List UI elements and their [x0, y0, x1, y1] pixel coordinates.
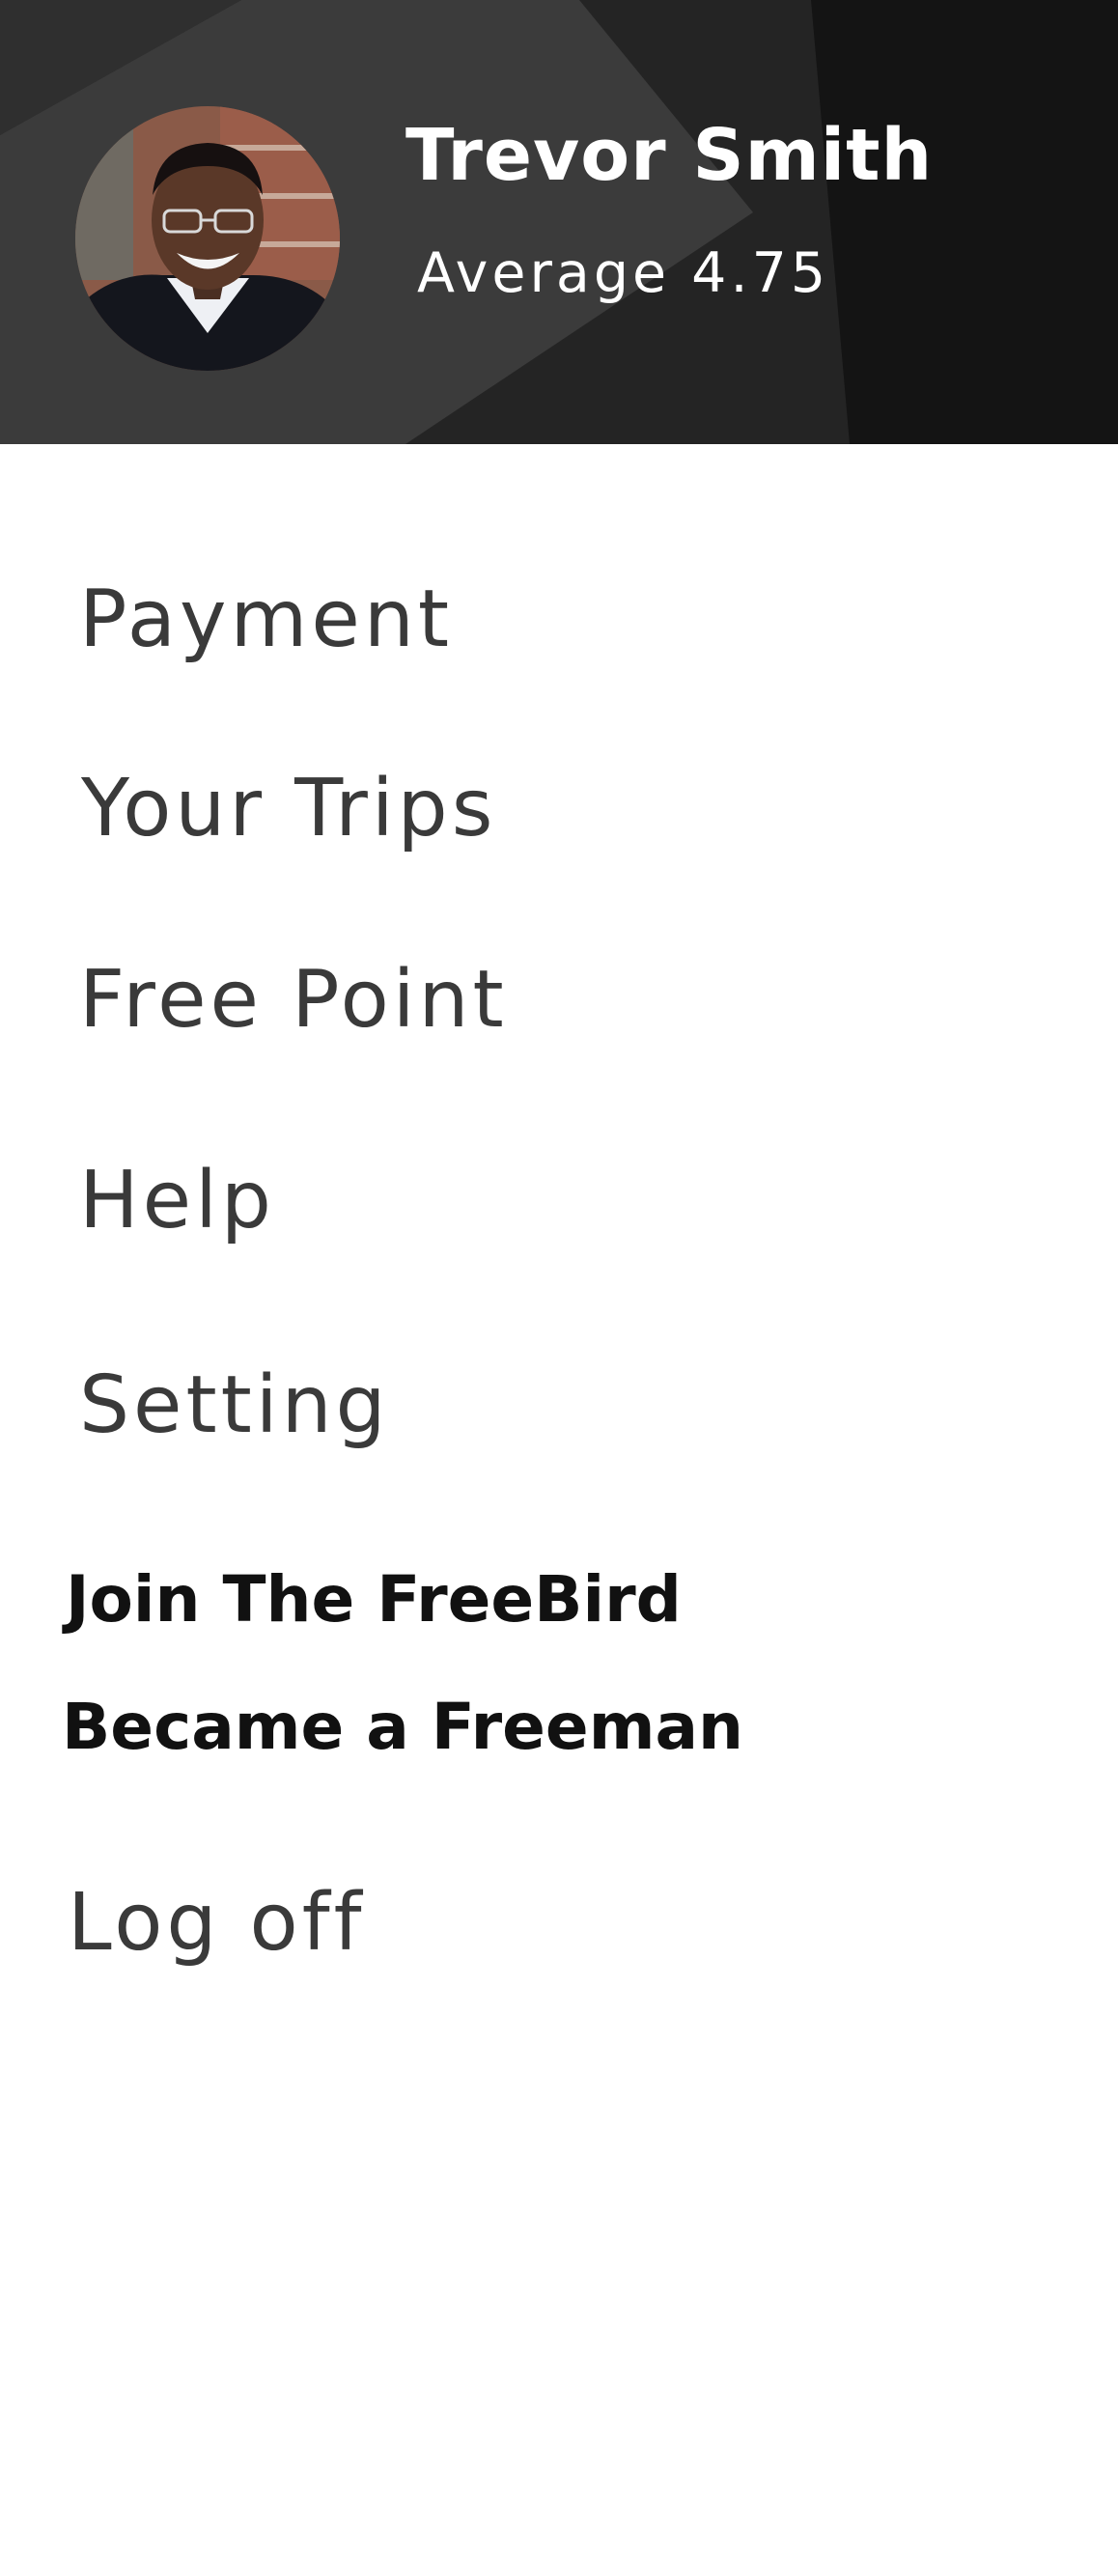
menu-item-join-freebird[interactable]: Join The FreeBird — [66, 1562, 682, 1637]
menu-item-setting[interactable]: Setting — [79, 1359, 390, 1451]
menu-item-your-trips[interactable]: Your Trips — [81, 763, 496, 854]
menu-item-help[interactable]: Help — [79, 1155, 275, 1246]
profile-header: Trevor Smith Average 4.75 — [0, 0, 1118, 444]
menu-item-log-off[interactable]: Log off — [68, 1877, 365, 1969]
menu-item-payment[interactable]: Payment — [79, 574, 453, 665]
menu-item-free-point[interactable]: Free Point — [79, 954, 508, 1046]
user-name: Trevor Smith — [405, 114, 934, 197]
user-rating: Average 4.75 — [417, 241, 830, 305]
avatar[interactable] — [75, 106, 340, 371]
menu-item-became-freeman[interactable]: Became a Freeman — [62, 1690, 743, 1764]
